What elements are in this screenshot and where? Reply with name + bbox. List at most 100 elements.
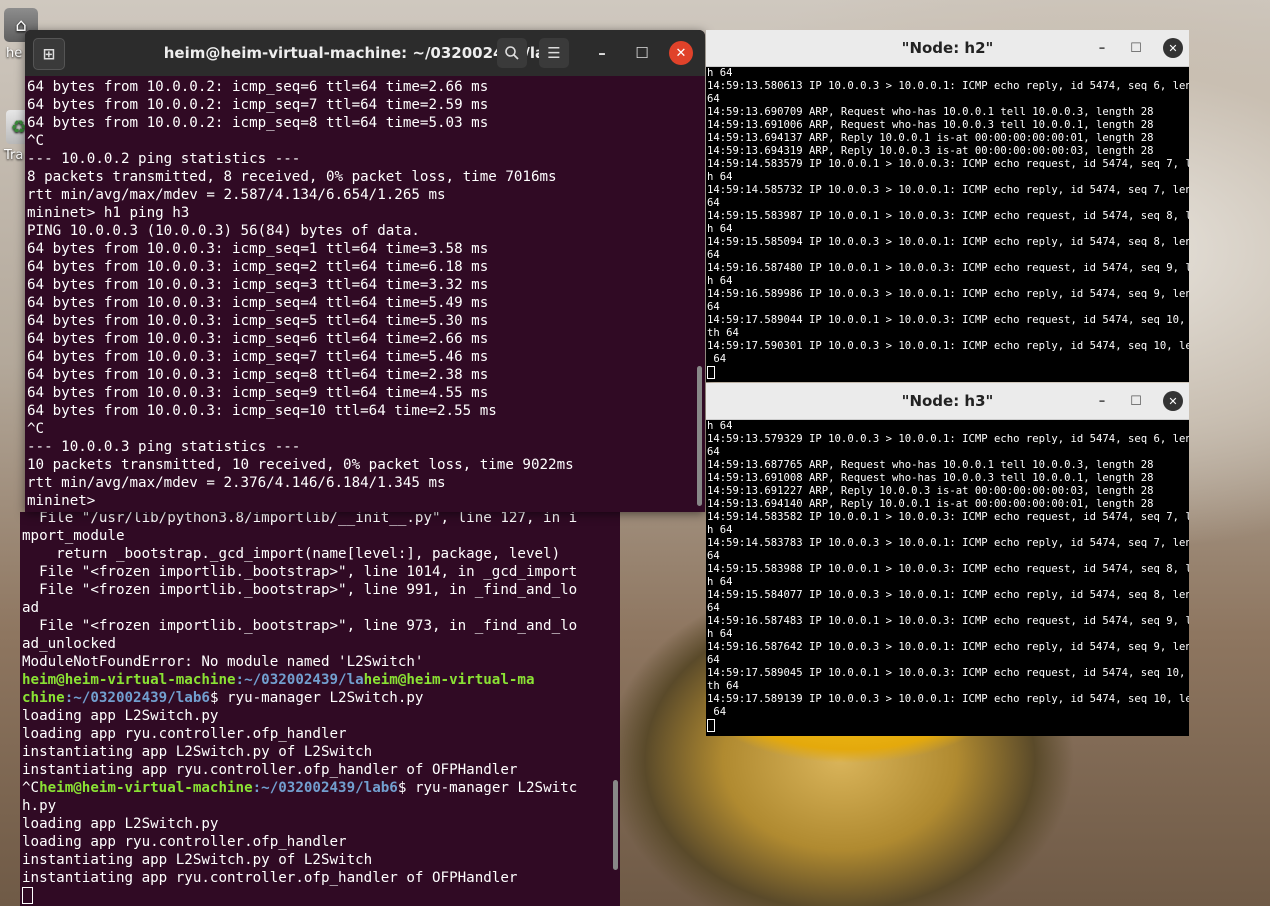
ryu-output: loading app L2Switch.py loading app ryu.c… [22,815,612,887]
node-h3-window[interactable]: "Node: h3" – ☐ ✕ h 64 14:59:13.579329 IP … [706,383,1189,736]
mininet-terminal-output[interactable]: 64 bytes from 10.0.0.2: icmp_seq=6 ttl=6… [25,78,691,512]
terminal-line: ModuleNotFoundError: No module named 'L2… [22,654,424,670]
terminal-line: 14:59:16.589986 IP 10.0.0.3 > 10.0.0.1: … [707,288,1189,300]
terminal-line: mininet> [27,493,104,509]
minimize-icon[interactable]: – [1091,390,1113,412]
terminal-cursor [22,887,33,904]
home-folder-label: he [6,46,23,61]
traceback-output: File "/usr/lib/python3.8/importlib/__ini… [22,512,612,671]
maximize-icon[interactable]: ☐ [627,38,657,68]
terminal-line: 14:59:14.585732 IP 10.0.0.3 > 10.0.0.1: … [707,184,1189,196]
prompt-user: heim@heim-virtual-machine [39,780,253,796]
terminal-line: instantiating app L2Switch.py of L2Switc… [22,852,373,868]
terminal-line: mininet> h1 ping h3 [27,205,190,221]
terminal-line: mport_module [22,528,125,544]
terminal-line: h 64 [707,420,733,432]
terminal-line: 64 [707,654,720,666]
terminal-line: instantiating app L2Switch.py of L2Switc… [22,744,373,760]
terminal-line: 10 packets transmitted, 10 received, 0% … [27,457,574,473]
terminal-line: 14:59:15.583987 IP 10.0.0.1 > 10.0.0.3: … [707,210,1189,222]
prompt-command-wrap: h.py [22,798,57,814]
controller-terminal-output[interactable]: File "/usr/lib/python3.8/importlib/__ini… [22,512,612,906]
close-icon[interactable]: ✕ [1163,391,1183,411]
terminal-line: 14:59:15.585094 IP 10.0.0.3 > 10.0.0.1: … [707,236,1189,248]
terminal-line: File "<frozen importlib._bootstrap>", li… [22,618,578,634]
prompt-path: :~/032002439/la [235,672,364,688]
terminal-line: 64 bytes from 10.0.0.3: icmp_seq=1 ttl=6… [27,241,489,257]
terminal-line: 14:59:16.587642 IP 10.0.0.3 > 10.0.0.1: … [707,641,1189,653]
prompt-user: heim@heim-virtual-ma [363,672,535,688]
terminal-line: h 64 [707,576,733,588]
terminal-line: 64 bytes from 10.0.0.3: icmp_seq=9 ttl=6… [27,385,489,401]
terminal-line: instantiating app ryu.controller.ofp_han… [22,762,518,778]
terminal-line: PING 10.0.0.3 (10.0.0.3) 56(84) bytes of… [27,223,420,239]
minimize-icon[interactable]: – [587,38,617,68]
terminal-line: 64 bytes from 10.0.0.2: icmp_seq=7 ttl=6… [27,97,489,113]
terminal-line: 64 bytes from 10.0.0.3: icmp_seq=3 ttl=6… [27,277,489,293]
terminal-line: 14:59:13.580613 IP 10.0.0.3 > 10.0.0.1: … [707,80,1189,92]
terminal-line: h 64 [707,524,733,536]
search-icon[interactable] [497,38,527,68]
terminal-line: 14:59:13.691227 ARP, Reply 10.0.0.3 is-a… [707,485,1154,497]
interrupt-marker: ^C [22,780,40,796]
prompt-line: ^Cheim@heim-virtual-machine:~/032002439/… [22,779,612,797]
close-icon[interactable]: ✕ [669,41,693,65]
scrollbar[interactable] [697,366,702,506]
terminal-line: 64 bytes from 10.0.0.3: icmp_seq=6 ttl=6… [27,331,489,347]
window-titlebar[interactable]: "Node: h2" – ☐ ✕ [706,30,1189,67]
terminal-line: 64 bytes from 10.0.0.3: icmp_seq=10 ttl=… [27,403,497,419]
terminal-line: 14:59:14.583579 IP 10.0.0.1 > 10.0.0.3: … [707,158,1189,170]
terminal-line: 64 [707,706,727,718]
terminal-line: 14:59:13.579329 IP 10.0.0.3 > 10.0.0.1: … [707,433,1189,445]
terminal-line: loading app ryu.controller.ofp_handler [22,834,347,850]
terminal-line: 14:59:15.584077 IP 10.0.0.3 > 10.0.0.1: … [707,589,1189,601]
terminal-line: h 64 [707,223,733,235]
terminal-line: 14:59:13.690709 ARP, Request who-has 10.… [707,106,1154,118]
terminal-line: 64 [707,197,720,209]
terminal-line: 64 bytes from 10.0.0.3: icmp_seq=5 ttl=6… [27,313,489,329]
terminal-line: 14:59:17.589139 IP 10.0.0.3 > 10.0.0.1: … [707,693,1189,705]
terminal-line: 64 bytes from 10.0.0.3: icmp_seq=4 ttl=6… [27,295,489,311]
terminal-line: 64 bytes from 10.0.0.3: icmp_seq=2 ttl=6… [27,259,489,275]
minimize-icon[interactable]: – [1091,37,1113,59]
node-h2-window[interactable]: "Node: h2" – ☐ ✕ h 64 14:59:13.580613 IP … [706,30,1189,382]
terminal-line: 64 [707,550,720,562]
prompt-command: $ ryu-manager L2Switc [397,780,578,796]
node-h3-output[interactable]: h 64 14:59:13.579329 IP 10.0.0.3 > 10.0.0… [706,420,1189,734]
ryu-output: loading app L2Switch.py loading app ryu.c… [22,707,612,779]
maximize-icon[interactable]: ☐ [1125,390,1147,412]
terminal-line: 14:59:15.583988 IP 10.0.0.1 > 10.0.0.3: … [707,563,1189,575]
terminal-line: th 64 [707,680,739,692]
terminal-line: --- 10.0.0.2 ping statistics --- [27,151,301,167]
terminal-line: File "<frozen importlib._bootstrap>", li… [22,564,578,580]
window-titlebar[interactable]: ⊞ heim@heim-virtual-machine: ~/032002439… [25,30,705,76]
terminal-line: return _bootstrap._gcd_import(name[level… [22,546,561,562]
scrollbar[interactable] [613,780,618,870]
terminal-line: File "<frozen importlib._bootstrap>", li… [22,582,578,598]
node-h2-output[interactable]: h 64 14:59:13.580613 IP 10.0.0.3 > 10.0.0… [706,67,1189,381]
terminal-line: 14:59:16.587483 IP 10.0.0.1 > 10.0.0.3: … [707,615,1189,627]
window-titlebar[interactable]: "Node: h3" – ☐ ✕ [706,383,1189,420]
terminal-line: ad [22,600,40,616]
terminal-line: 64 bytes from 10.0.0.2: icmp_seq=6 ttl=6… [27,79,489,95]
terminal-line: 64 bytes from 10.0.0.2: icmp_seq=8 ttl=6… [27,115,489,131]
terminal-line: 64 [707,602,720,614]
new-tab-icon[interactable]: ⊞ [33,38,65,70]
hamburger-menu-icon[interactable]: ☰ [539,38,569,68]
terminal-line: 64 [707,446,720,458]
terminal-line: h 64 [707,67,733,79]
prompt-user: chine [22,690,65,706]
prompt-line-wrap: chine:~/032002439/lab6$ ryu-manager L2Sw… [22,689,612,707]
mininet-terminal-window[interactable]: ⊞ heim@heim-virtual-machine: ~/032002439… [25,30,705,512]
prompt-path: :~/032002439/lab6 [252,780,398,796]
terminal-line: 14:59:17.589045 IP 10.0.0.1 > 10.0.0.3: … [707,667,1189,679]
maximize-icon[interactable]: ☐ [1125,37,1147,59]
window-title: "Node: h3" [901,392,994,410]
terminal-line: 14:59:13.691006 ARP, Request who-has 10.… [707,119,1154,131]
close-icon[interactable]: ✕ [1163,38,1183,58]
terminal-line: th 64 [707,327,739,339]
prompt-path: :~/032002439/lab6 [64,690,210,706]
controller-terminal-window[interactable]: File "/usr/lib/python3.8/importlib/__ini… [20,512,620,906]
terminal-line: h 64 [707,275,733,287]
terminal-cursor [707,719,715,732]
